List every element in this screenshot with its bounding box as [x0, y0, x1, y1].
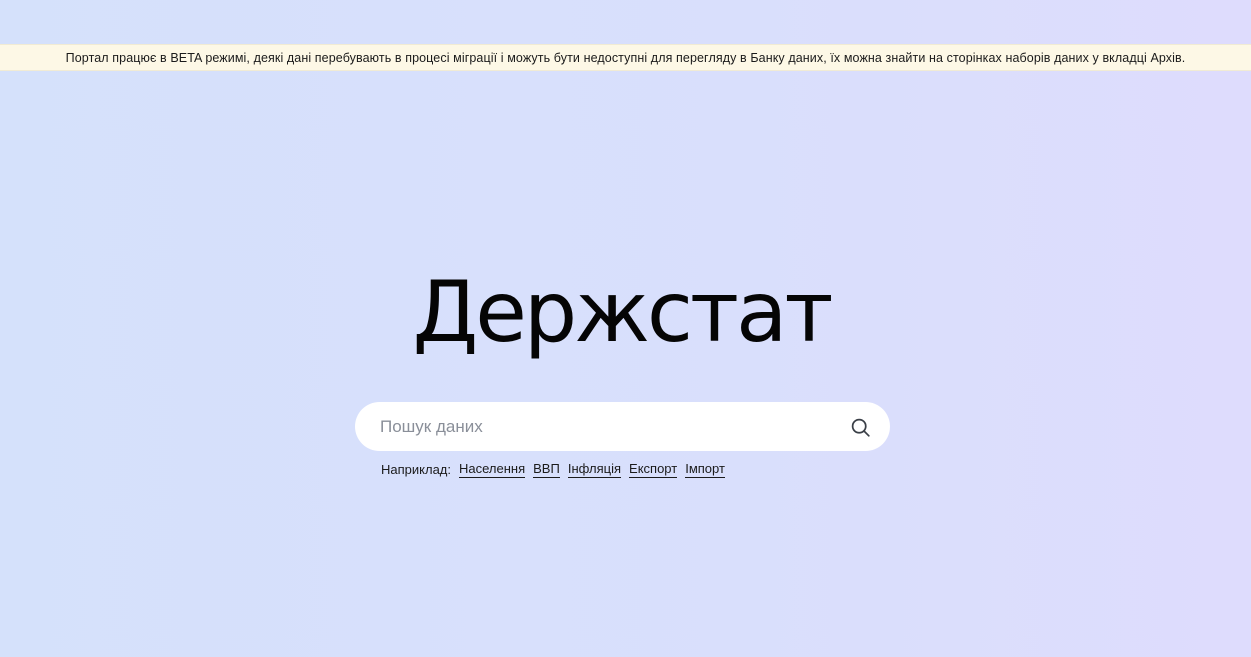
search-examples: Наприклад: Населення ВВП Інфляція Експор… [381, 459, 733, 479]
example-link-export[interactable]: Експорт [629, 461, 678, 478]
examples-label: Наприклад: [381, 461, 451, 477]
example-link-population[interactable]: Населення [459, 461, 526, 478]
beta-notice-text: Портал працює в BETA режимі, деякі дані … [65, 50, 1186, 65]
search-icon [851, 418, 870, 437]
example-link-inflation[interactable]: Інфляція [567, 461, 622, 478]
example-link-import[interactable]: Імпорт [685, 461, 725, 478]
search-box [355, 402, 890, 451]
example-link-gdp[interactable]: ВВП [533, 461, 560, 478]
beta-notice-banner: Портал працює в BETA режимі, деякі дані … [0, 44, 1251, 71]
site-logo-title: Держстат [412, 263, 834, 361]
search-input[interactable] [380, 402, 820, 451]
search-button[interactable] [848, 415, 872, 439]
